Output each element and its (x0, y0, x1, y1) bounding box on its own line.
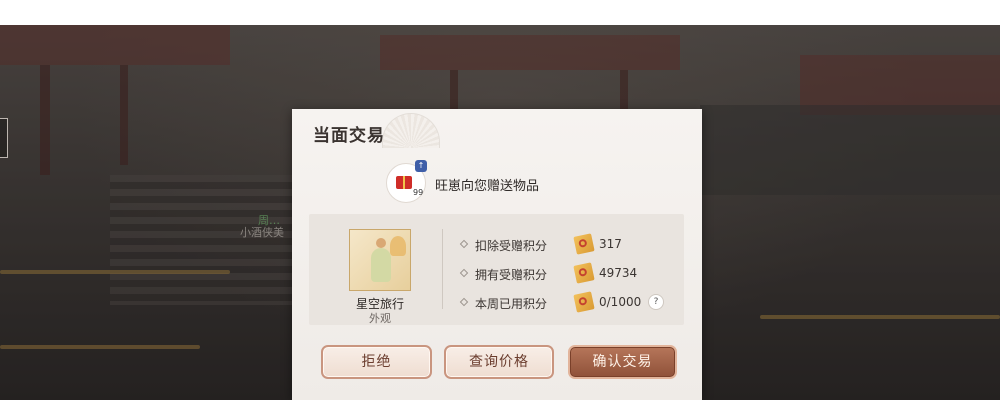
stat-label: 扣除受赠积分 (475, 239, 548, 253)
stat-label: 本周已用积分 (475, 297, 548, 311)
item-thumbnail[interactable] (349, 229, 411, 291)
reject-button[interactable]: 拒绝 (321, 345, 432, 379)
trade-info-box: 星空旅行 外观 扣除受赠积分 317 拥有受赠积分 49734 本周已用积分 0… (309, 214, 684, 325)
sender-message: 旺崽向您赠送物品 (435, 179, 540, 194)
stat-row-deduct: 扣除受赠积分 317 (459, 233, 674, 255)
help-icon[interactable]: ? (648, 294, 664, 310)
stat-value: 317 (599, 237, 622, 251)
ticket-icon (573, 233, 595, 255)
fan-accessory-icon (390, 236, 406, 256)
npc-subtitle-label: 小酒侠美 (240, 226, 284, 239)
ticket-icon (573, 262, 595, 284)
stat-row-weekly: 本周已用积分 0/1000 ? (459, 291, 674, 313)
costume-figure-icon (371, 238, 391, 282)
divider (442, 229, 443, 309)
diamond-bullet-icon (459, 239, 469, 249)
item-type: 外观 (369, 312, 391, 325)
stat-value: 0/1000 (599, 295, 642, 309)
folding-fan-decoration (382, 113, 440, 148)
stat-label: 拥有受赠积分 (475, 268, 548, 282)
stat-row-owned: 拥有受赠积分 49734 (459, 262, 674, 284)
stat-value: 49734 (599, 266, 638, 280)
side-menu-tab[interactable] (0, 118, 8, 158)
diamond-bullet-icon (459, 268, 469, 278)
dialog-title: 当面交易 (313, 126, 385, 146)
query-price-button[interactable]: 查询价格 (444, 345, 554, 379)
gift-count: 99 (413, 188, 424, 197)
gift-box-icon (396, 176, 412, 189)
diamond-bullet-icon (459, 297, 469, 307)
confirm-trade-button[interactable]: 确认交易 (568, 345, 677, 379)
face-to-face-trade-dialog: 当面交易 ↑ 99 旺崽向您赠送物品 星空旅行 外观 扣除受赠积分 317 拥有… (292, 109, 702, 400)
ticket-icon (573, 291, 595, 313)
gift-item-icon[interactable]: ↑ 99 (386, 160, 427, 203)
gift-badge-icon: ↑ (415, 160, 427, 172)
